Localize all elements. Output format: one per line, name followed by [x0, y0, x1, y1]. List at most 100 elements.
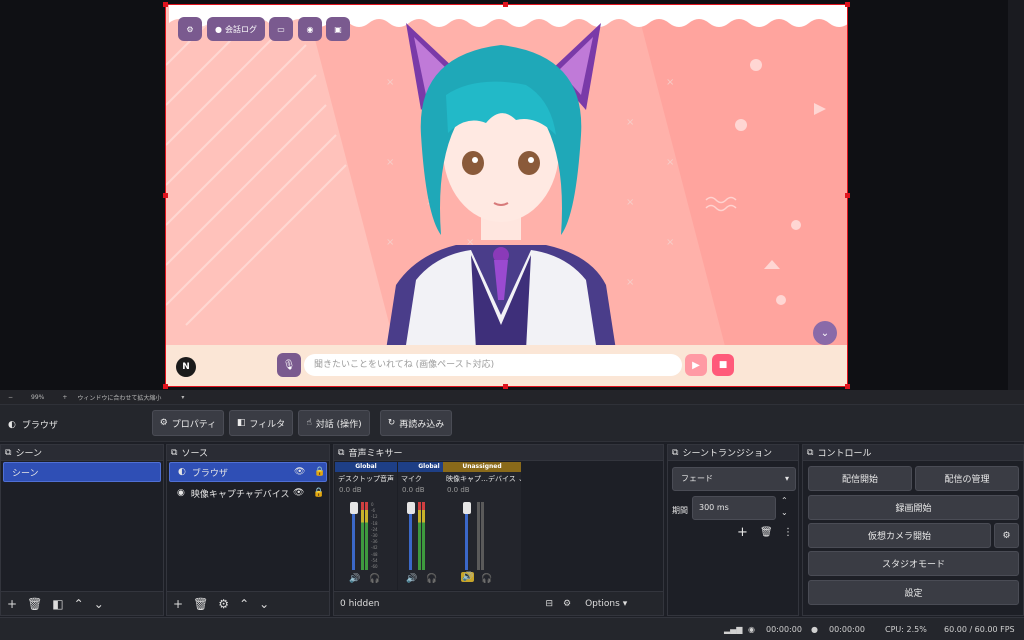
channel-name[interactable]: デスクトップ音声 ⌄ — [335, 472, 397, 486]
interact-button[interactable]: ☝ 対話 (操作) — [298, 410, 370, 436]
resize-handle-br[interactable] — [845, 384, 850, 389]
chevron-down-icon[interactable]: ⌄ — [94, 597, 104, 611]
chat-input[interactable]: 聞きたいことをいれてね (画像ペースト対応) — [304, 354, 682, 376]
gear-icon[interactable]: ⚙ — [218, 597, 229, 611]
channel-name[interactable]: 映像キャプ…デバイス ⌄ — [443, 472, 521, 486]
resize-handle-l[interactable] — [163, 193, 168, 198]
resize-handle-bl[interactable] — [163, 384, 168, 389]
browser-source-canvas[interactable]: ××× ××× ××× ××× ××× — [165, 4, 848, 387]
filter-icon[interactable]: ◧ — [52, 597, 63, 611]
add-transition-icon[interactable]: + — [737, 525, 748, 540]
resize-handle-tl[interactable] — [163, 2, 168, 7]
fader-knob[interactable] — [463, 502, 471, 514]
trash-icon[interactable]: 🗑 — [760, 527, 773, 538]
start-record-label: 録画開始 — [895, 504, 932, 514]
volume-fader[interactable] — [352, 506, 355, 570]
start-streaming-button[interactable]: 配信開始 — [808, 466, 912, 491]
fader-knob[interactable] — [350, 502, 358, 514]
dock-undock-icon[interactable]: ⧉ — [807, 448, 813, 458]
screen-share-button[interactable]: ▭ — [269, 17, 293, 41]
refresh-icon: ↻ — [387, 418, 396, 428]
zoom-in-button[interactable]: + — [62, 394, 67, 401]
start-recording-button[interactable]: 録画開始 — [808, 495, 1019, 520]
fit-window-label[interactable]: ウィンドウに合わせて拡大縮小 — [77, 393, 161, 402]
dock-undock-icon[interactable]: ⧉ — [171, 448, 177, 458]
virtual-camera-settings-button[interactable]: ⚙ — [994, 523, 1019, 548]
trash-icon[interactable]: 🗑 — [27, 597, 42, 611]
layout-icon[interactable]: ⊟ — [545, 599, 553, 609]
scenes-dock-title: ⧉ シーン — [1, 445, 163, 461]
speaker-warning-icon[interactable]: 🔊 — [461, 572, 475, 582]
resize-handle-tr[interactable] — [845, 2, 850, 7]
dock-undock-icon[interactable]: ⧉ — [5, 448, 11, 458]
advanced-audio-gear-icon[interactable]: ⚙ — [563, 599, 571, 609]
zoom-dropdown-icon[interactable]: ▾ — [181, 394, 184, 401]
gear-icon: ⚙ — [159, 418, 168, 428]
volume-fader[interactable] — [409, 506, 412, 570]
source-item-capture[interactable]: ◉ 映像キャプチャデバイス 👁 🔒 — [169, 483, 327, 503]
duration-input[interactable]: 300 ms — [692, 496, 776, 520]
spin-down-icon[interactable]: ⌄ — [781, 508, 788, 517]
source-item-browser[interactable]: ◐ ブラウザ 👁 🔒 — [169, 462, 327, 482]
add-icon[interactable]: + — [173, 597, 183, 611]
filter-icon: ◧ — [236, 418, 246, 428]
chat-bubble-icon: ● — [215, 24, 222, 34]
scene-transitions-dock: ⧉ シーントランジション フェード ▾ 期間 300 ms ⌃ ⌄ + 🗑 ⋮ — [667, 444, 799, 616]
eye-icon[interactable]: 👁 — [293, 488, 304, 498]
volume-fader[interactable] — [465, 506, 468, 570]
preview-area[interactable]: ××× ××× ××× ××× ××× — [0, 0, 1024, 390]
channel-db: 0.0 dB — [447, 486, 470, 494]
speaker-icon[interactable]: 🔊 — [349, 574, 360, 584]
dock-undock-icon[interactable]: ⧉ — [338, 448, 344, 458]
resize-handle-t[interactable] — [503, 2, 508, 7]
browser-icon: ◐ — [8, 419, 16, 430]
chat-history-button[interactable]: ● 会話ログ — [207, 17, 265, 41]
start-stream-label: 配信開始 — [841, 475, 878, 485]
settings-button[interactable]: 設定 — [808, 580, 1019, 605]
dock-undock-icon[interactable]: ⧉ — [672, 448, 678, 458]
chevron-down-icon[interactable]: ⌄ — [259, 597, 269, 611]
zoom-out-button[interactable]: − — [8, 394, 13, 401]
scene-item[interactable]: シーン — [3, 462, 161, 482]
add-icon[interactable]: + — [7, 597, 17, 611]
eye-icon[interactable]: 👁 — [294, 467, 305, 477]
options-dropdown[interactable]: Options ▾ — [585, 599, 627, 609]
camera-button[interactable]: ◉ — [298, 17, 322, 41]
resize-handle-b[interactable] — [503, 384, 508, 389]
headphones-icon[interactable]: 🎧 — [481, 574, 492, 584]
headphones-icon[interactable]: 🎧 — [369, 574, 380, 584]
source-toolbar: ◐ ブラウザ ⚙ プロパティ ◧ フィルタ ☝ 対話 (操作) ↻ 再読み込み — [0, 404, 1024, 442]
lock-icon[interactable]: 🔒 — [314, 467, 325, 477]
filters-button[interactable]: ◧ フィルタ — [229, 410, 293, 436]
resize-handle-r[interactable] — [845, 193, 850, 198]
mic-button[interactable]: 🎙 — [277, 353, 301, 377]
properties-label: プロパティ — [171, 419, 217, 430]
transition-select[interactable]: フェード ▾ — [672, 467, 796, 491]
fader-knob[interactable] — [407, 502, 415, 514]
trash-icon[interactable]: 🗑 — [193, 597, 208, 611]
settings-gear-button[interactable]: ⚙ — [178, 17, 202, 41]
chevron-up-icon[interactable]: ⌃ — [239, 597, 249, 611]
svg-text:×: × — [666, 157, 674, 168]
studio-mode-button[interactable]: スタジオモード — [808, 551, 1019, 576]
manage-stream-button[interactable]: 配信の管理 — [915, 466, 1019, 491]
more-options-icon[interactable]: ⋮ — [783, 527, 793, 538]
image-button[interactable]: ▣ — [326, 17, 350, 41]
properties-button[interactable]: ⚙ プロパティ — [152, 410, 224, 436]
stop-button[interactable]: ■ — [712, 354, 734, 376]
svg-text:×: × — [666, 77, 674, 88]
level-meter — [361, 502, 364, 570]
start-virtual-camera-button[interactable]: 仮想カメラ開始 — [808, 523, 991, 548]
refresh-label: 再読み込み — [399, 419, 445, 430]
refresh-button[interactable]: ↻ 再読み込み — [380, 410, 452, 436]
speaker-icon[interactable]: 🔊 — [406, 574, 417, 584]
chevron-up-icon[interactable]: ⌃ — [74, 597, 84, 611]
lock-icon[interactable]: 🔒 — [313, 488, 324, 498]
headphones-icon[interactable]: 🎧 — [426, 574, 437, 584]
send-button[interactable]: ▶ — [685, 354, 707, 376]
camera-icon: ◉ — [306, 24, 314, 34]
spin-up-icon[interactable]: ⌃ — [781, 496, 788, 505]
sources-dock-title: ⧉ ソース — [167, 445, 329, 461]
mic-icon: 🎙 — [282, 359, 296, 371]
scroll-down-button[interactable]: ⌄ — [813, 321, 837, 345]
